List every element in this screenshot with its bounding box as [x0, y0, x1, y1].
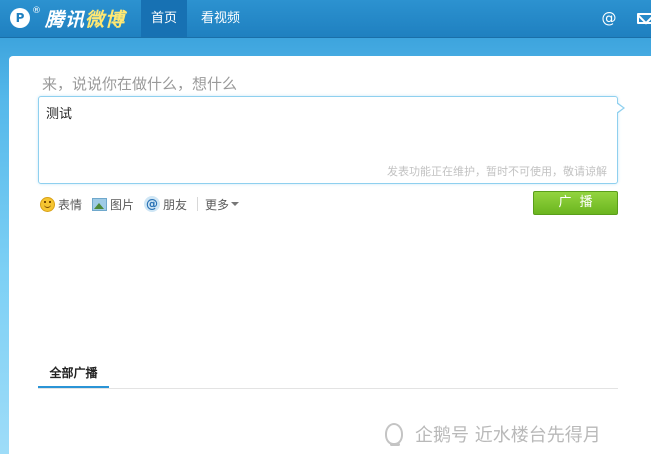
penguin-icon: [385, 423, 403, 446]
broadcast-button[interactable]: 广播: [533, 191, 618, 215]
image-button[interactable]: 图片: [92, 196, 134, 213]
tab-watch-video[interactable]: 看视频: [191, 0, 250, 37]
registered-mark: ®: [32, 6, 41, 16]
composer-prompt: 来，说说你在做什么，想什么: [42, 75, 238, 93]
image-label: 图片: [110, 197, 135, 212]
caret-down-icon: [231, 202, 240, 206]
watermark: 企鹅号 近水楼台先得月: [385, 421, 601, 447]
at-mention-icon[interactable]: @: [600, 9, 618, 27]
tencent-weibo-logo[interactable]: P ® 腾讯微博: [10, 6, 126, 31]
picture-icon: [92, 197, 108, 211]
friend-label: 朋友: [163, 197, 188, 212]
top-navigation-bar: P ® 腾讯微博 首页 看视频 @: [0, 0, 651, 38]
tab-all-broadcasts[interactable]: 全部广播: [38, 361, 109, 389]
smile-icon: [40, 196, 55, 212]
post-text[interactable]: 测试: [46, 103, 72, 122]
tab-home[interactable]: 首页: [141, 0, 188, 37]
more-dropdown[interactable]: 更多: [205, 196, 240, 213]
emoji-label: 表情: [58, 197, 83, 212]
mail-icon[interactable]: [637, 13, 651, 24]
more-label: 更多: [205, 197, 230, 212]
friend-button[interactable]: @ 朋友: [144, 196, 187, 213]
composer-toolbar: 表情 图片 @ 朋友 更多: [40, 194, 240, 214]
textarea-pointer: [616, 102, 625, 114]
watermark-text: 企鹅号 近水楼台先得月: [415, 425, 601, 446]
friend-at-icon: @: [144, 196, 161, 212]
weibo-logo-icon: P: [10, 8, 30, 28]
emoji-button[interactable]: 表情: [40, 196, 82, 213]
main-content-panel: 来，说说你在做什么，想什么 测试 发表功能正在维护，暂时不可使用，敬请谅解 表情…: [9, 56, 651, 454]
toolbar-divider: [197, 197, 199, 211]
tab-divider-line: [38, 388, 618, 389]
maintenance-notice: 发表功能正在维护，暂时不可使用，敬请谅解: [387, 165, 607, 178]
post-textarea[interactable]: 测试 发表功能正在维护，暂时不可使用，敬请谅解: [38, 96, 618, 184]
logo-text: 腾讯微博: [45, 8, 126, 31]
